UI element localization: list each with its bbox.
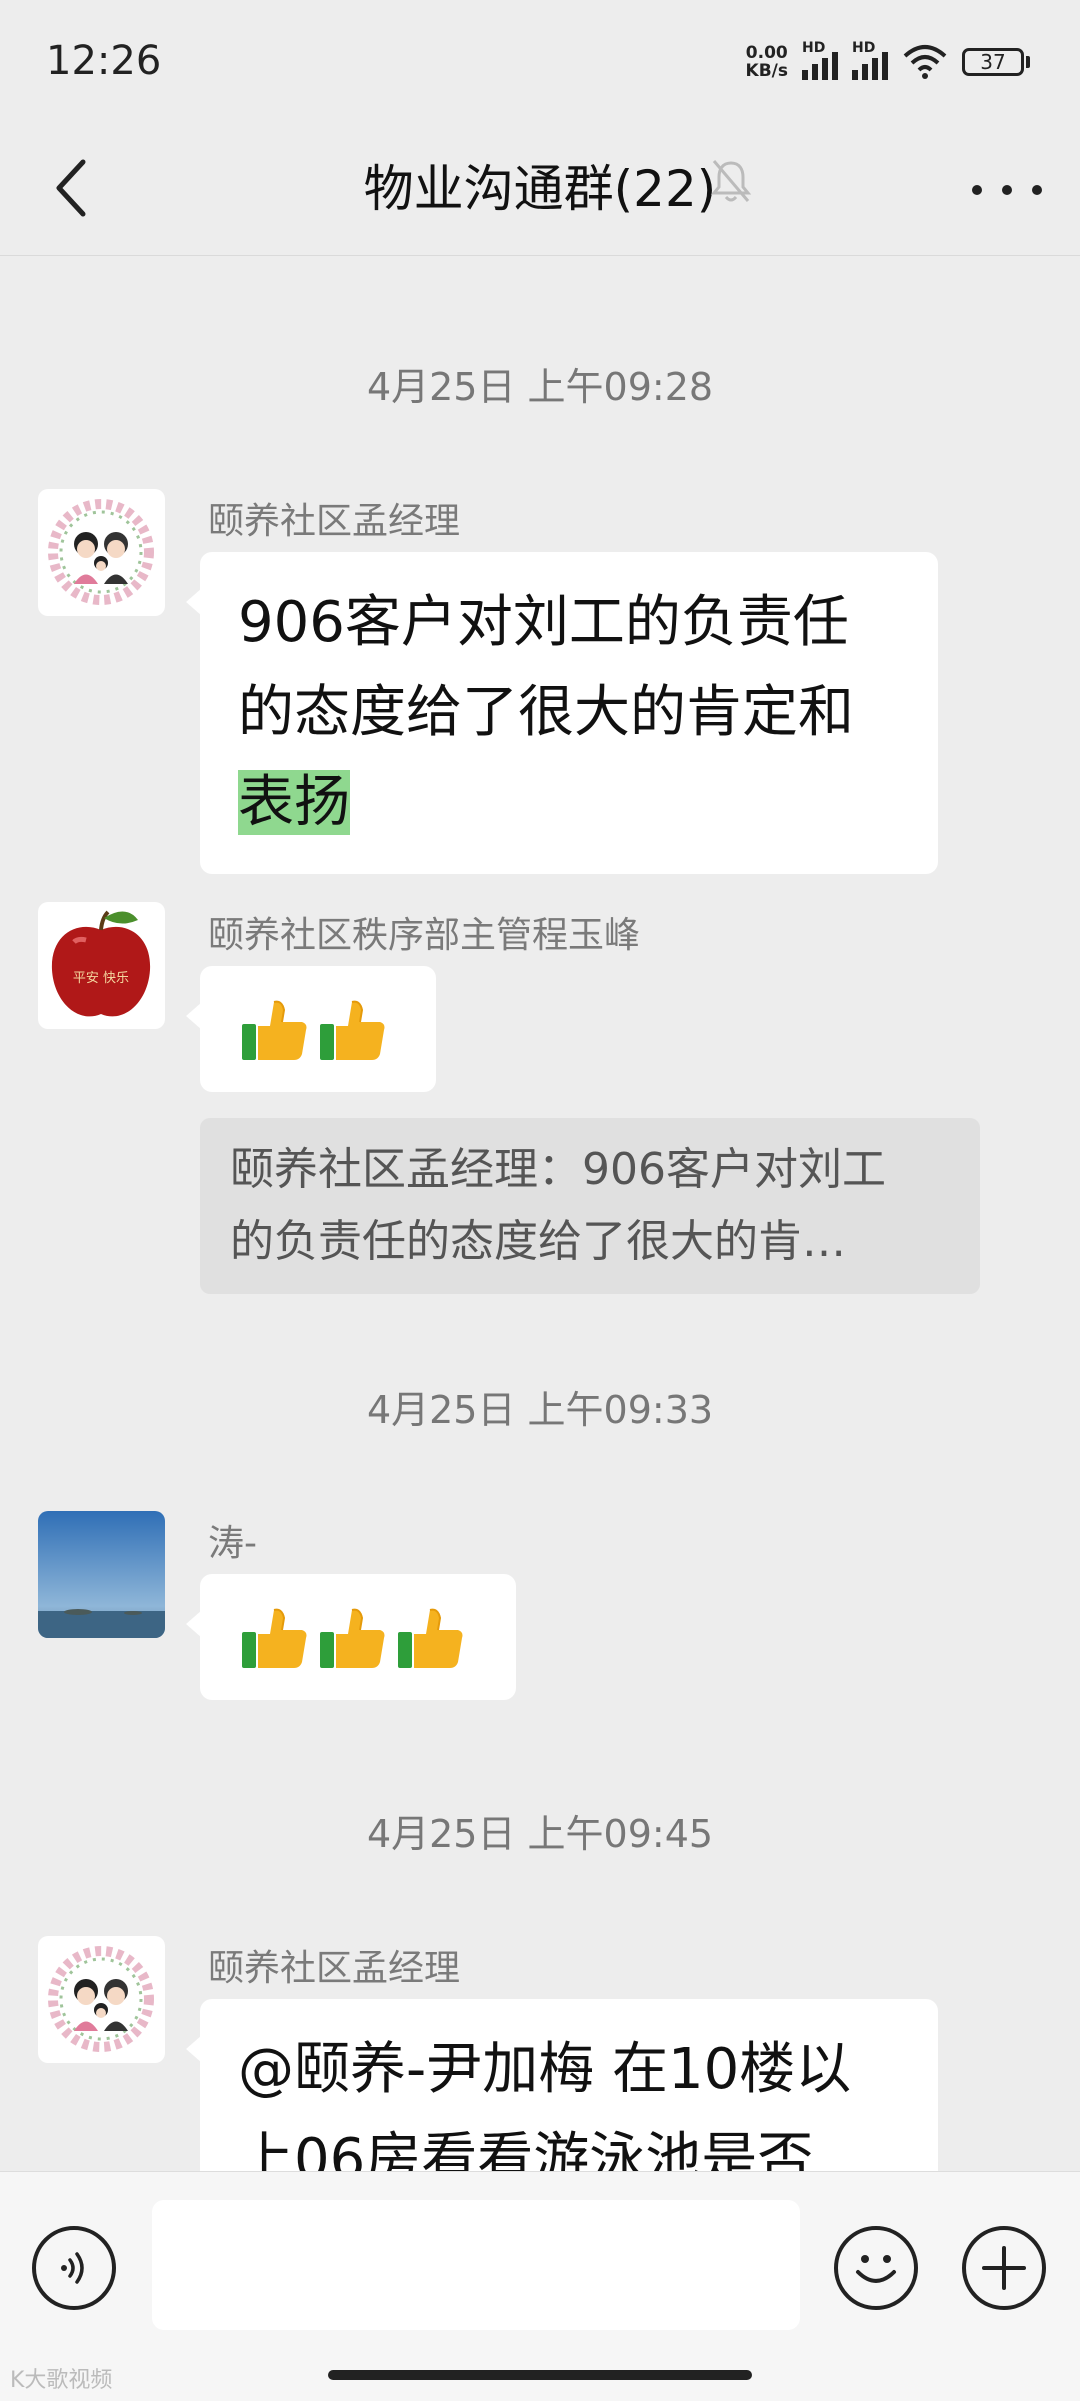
sender-name: 颐养社区孟经理	[208, 1948, 461, 1989]
thumbs-up-icon	[320, 1000, 385, 1060]
message-emoji	[200, 966, 436, 1092]
voice-icon	[61, 2252, 84, 2284]
quoted-message[interactable]: 颐养社区孟经理：906客户对刘工 的负责任的态度给了很大的肯…	[200, 1118, 980, 1294]
message-bubble[interactable]	[186, 966, 436, 1092]
wifi-icon	[903, 45, 947, 79]
message-timestamp: 4月25日 上午09:33	[366, 1388, 714, 1432]
avatar[interactable]	[38, 1511, 165, 1638]
watermark: K大歌视频	[10, 2368, 113, 2393]
apple-avatar-icon: 平安 快乐	[38, 902, 165, 1029]
thumbs-up-icon	[242, 1608, 307, 1668]
sender-name: 涛-	[208, 1523, 257, 1564]
avatar[interactable]: 平安 快乐	[38, 902, 165, 1029]
more-options-button[interactable]	[972, 165, 1042, 215]
battery-level: 37	[962, 48, 1024, 76]
input-bar	[0, 2171, 1080, 2401]
couple-avatar-icon	[38, 489, 165, 616]
status-bar: 12:26 0.00 KB/s HD HD 37	[0, 0, 1080, 125]
message-text: 906客户对刘工的负责任 的态度给了很大的肯定和 表扬	[238, 590, 854, 835]
message-list[interactable]: 4月25日 上午09:28 颐养社区孟经理 906客户对刘工的负责任 的态度给了…	[0, 256, 1080, 2171]
message-timestamp: 4月25日 上午09:45	[366, 1812, 714, 1856]
message-text: @颐养-尹加梅 在10楼以 上06房看看游泳池是否	[238, 2037, 852, 2171]
message-bubble[interactable]	[186, 1574, 516, 1700]
more-functions-button[interactable]	[962, 2226, 1046, 2310]
avatar[interactable]	[38, 489, 165, 616]
chat-title: 物业沟通群(22)	[363, 160, 717, 218]
couple-avatar-icon	[38, 1936, 165, 2063]
emoji-button[interactable]	[834, 2226, 918, 2310]
avatar[interactable]	[38, 1936, 165, 2063]
network-speed: 0.00 KB/s	[745, 43, 788, 81]
status-time: 12:26	[46, 38, 162, 84]
smiley-icon	[856, 2255, 896, 2283]
chat-header: 物业沟通群(22)	[0, 125, 1080, 256]
battery-icon: 37	[962, 48, 1030, 76]
home-indicator[interactable]	[328, 2370, 752, 2380]
plus-icon	[982, 2246, 1026, 2290]
mute-bell-icon	[710, 160, 752, 202]
status-icons: 0.00 KB/s HD HD 37	[745, 40, 1030, 82]
thumbs-up-icon	[242, 1000, 307, 1060]
signal-strength-icon: HD	[802, 40, 838, 80]
highlighted-text: 表扬	[238, 770, 350, 835]
thumbs-up-icon	[320, 1608, 385, 1668]
voice-input-button[interactable]	[32, 2226, 116, 2310]
message-bubble[interactable]: @颐养-尹加梅 在10楼以 上06房看看游泳池是否	[186, 1999, 938, 2171]
message-timestamp: 4月25日 上午09:28	[366, 365, 714, 409]
thumbs-up-icon	[398, 1608, 463, 1668]
message-bubble[interactable]: 906客户对刘工的负责任 的态度给了很大的肯定和 表扬	[186, 552, 938, 874]
message-emoji	[200, 1574, 516, 1700]
svg-text:平安 快乐: 平安 快乐	[73, 971, 129, 986]
sender-name: 颐养社区孟经理	[208, 501, 461, 542]
message-input[interactable]	[152, 2200, 800, 2330]
sender-name: 颐养社区秩序部主管程玉峰	[208, 915, 641, 956]
signal-strength-icon: HD	[852, 40, 888, 80]
sea-landscape-avatar-icon	[38, 1511, 165, 1638]
